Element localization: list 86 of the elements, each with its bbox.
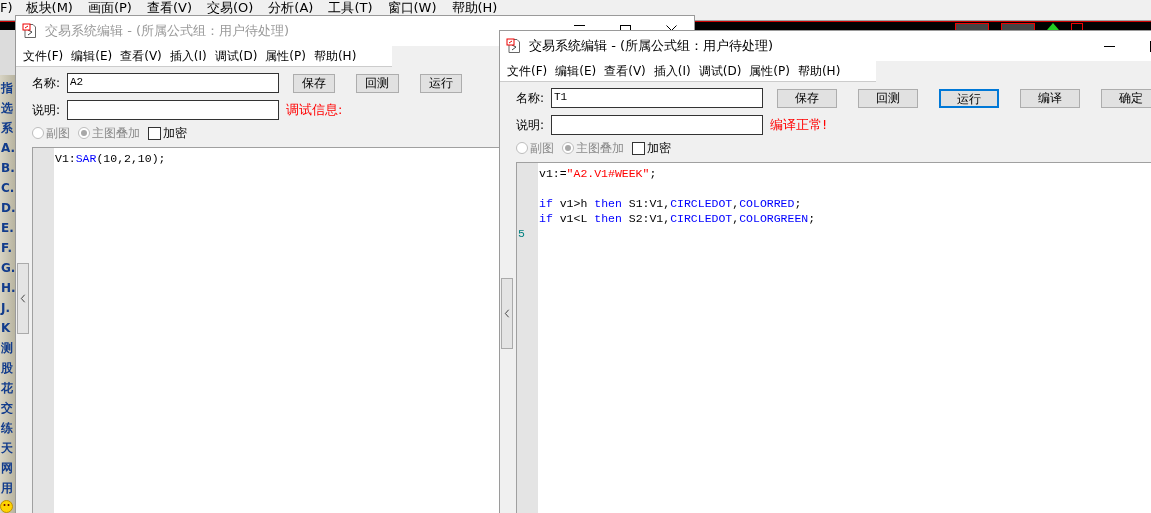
- menu-item[interactable]: 分析(A): [264, 0, 319, 15]
- sidebar-item[interactable]: 交: [0, 398, 15, 418]
- sidebar-item[interactable]: A.: [0, 138, 15, 158]
- menu-item[interactable]: 板块(M): [21, 0, 78, 15]
- action-button[interactable]: 编译: [1020, 88, 1080, 108]
- name-field[interactable]: T1: [551, 88, 763, 108]
- action-button[interactable]: 确定: [1101, 88, 1151, 108]
- menu-item[interactable]: 查看(V): [603, 62, 647, 80]
- action-button[interactable]: 保存: [777, 88, 837, 108]
- code-line: if v1>h then S1:V1,CIRCLEDOT,COLORRED;: [539, 196, 803, 211]
- menu-item[interactable]: 调试(D): [213, 47, 259, 65]
- menu-item[interactable]: 查看(V): [142, 0, 197, 15]
- option-label: 主图叠加: [92, 124, 140, 142]
- menu-item[interactable]: 文件(F): [506, 62, 549, 80]
- menu-item[interactable]: 查看(V): [119, 47, 163, 65]
- sidebar-item[interactable]: 用: [0, 478, 15, 498]
- line-number: 5: [517, 226, 526, 241]
- menu-item[interactable]: 窗口(W): [383, 0, 442, 15]
- menu-item[interactable]: 交易(O): [202, 0, 259, 15]
- menu-item[interactable]: 编辑(E): [554, 62, 598, 80]
- window-title: 交易系统编辑 - (所属公式组：用户待处理): [45, 22, 291, 40]
- checkbox[interactable]: [148, 126, 161, 140]
- name-field[interactable]: A2: [67, 73, 279, 93]
- menu-item[interactable]: 插入(I): [168, 47, 208, 65]
- action-button[interactable]: 回测: [858, 88, 918, 108]
- collapse-handle[interactable]: [501, 278, 513, 349]
- sidebar-item[interactable]: D.: [0, 198, 15, 218]
- option-label: 主图叠加: [576, 139, 624, 157]
- option-label: 副图: [530, 139, 554, 157]
- sidebar-item[interactable]: H.: [0, 278, 15, 298]
- sidebar-item[interactable]: K: [0, 318, 15, 338]
- minimize-icon[interactable]: [1103, 45, 1115, 47]
- sidebar-item[interactable]: 指: [0, 78, 15, 98]
- code-line: if v1<L then S2:V1,CIRCLEDOT,COLORGREEN;: [539, 211, 817, 226]
- option-label: 副图: [46, 124, 70, 142]
- sidebar-item[interactable]: C.: [0, 178, 15, 198]
- checkbox[interactable]: [632, 141, 645, 155]
- sidebar-item[interactable]: G.: [0, 258, 15, 278]
- sidebar-item[interactable]: 股: [0, 358, 15, 378]
- description-label: 说明:: [32, 101, 62, 119]
- sidebar-item[interactable]: J.: [0, 298, 15, 318]
- smiley-icon: [0, 500, 13, 513]
- menu-item[interactable]: 工具(T): [324, 0, 378, 15]
- status-message: 编译正常!: [770, 116, 828, 134]
- menu-item[interactable]: 编辑(E): [70, 47, 114, 65]
- menu-item[interactable]: 属性(P): [748, 62, 791, 80]
- triangle-icon: [1047, 23, 1059, 30]
- sidebar-item[interactable]: 测: [0, 338, 15, 358]
- action-button[interactable]: 运行: [419, 73, 462, 93]
- sidebar-item[interactable]: F.: [0, 238, 15, 258]
- menu-item[interactable]: 画面(P): [83, 0, 137, 15]
- sidebar-item[interactable]: E.: [0, 218, 15, 238]
- sidebar-item[interactable]: 选: [0, 98, 15, 118]
- name-label: 名称:: [516, 89, 546, 107]
- menu-item[interactable]: 调试(D): [697, 62, 743, 80]
- description-label: 说明:: [516, 116, 546, 134]
- sidebar-item[interactable]: 练: [0, 418, 15, 438]
- menu-item[interactable]: 文件(F): [22, 47, 65, 65]
- sidebar-item[interactable]: 网: [0, 458, 15, 478]
- window-title: 交易系统编辑 - (所属公式组：用户待处理): [529, 37, 775, 55]
- menu-item[interactable]: 帮助(H): [796, 62, 842, 80]
- description-field[interactable]: [551, 115, 763, 135]
- sidebar-item[interactable]: 系: [0, 118, 15, 138]
- document-icon: [22, 23, 38, 39]
- sidebar-item[interactable]: 天: [0, 438, 15, 458]
- menu-item[interactable]: 插入(I): [652, 62, 692, 80]
- code-editor[interactable]: v1:="A2.V1#WEEK"; if v1>h then S1:V1,CIRCLEDOT,COLORRED; if v1<L then S2:V1,CIRCLEDOT,COLORGREEN;: [538, 163, 1151, 513]
- code-line: v1:="A2.V1#WEEK";: [539, 166, 658, 181]
- menu-item[interactable]: 属性(P): [264, 47, 307, 65]
- status-message: 调试信息:: [286, 101, 343, 119]
- option-label: 加密: [163, 124, 187, 142]
- menu-item[interactable]: 帮助(H): [447, 0, 503, 15]
- sidebar-item[interactable]: 花: [0, 378, 15, 398]
- menu-item[interactable]: 帮助(H): [312, 47, 358, 65]
- maximize-icon[interactable]: [619, 25, 631, 31]
- document-icon: [506, 38, 522, 54]
- code-line: V1:SAR(10,2,10);: [55, 151, 167, 166]
- action-button[interactable]: 保存: [293, 73, 336, 93]
- action-button[interactable]: 运行: [939, 88, 999, 108]
- description-field[interactable]: [67, 100, 279, 120]
- menu-item[interactable]: F): [0, 0, 18, 15]
- sidebar-item[interactable]: B.: [0, 158, 15, 178]
- option-label: 加密: [647, 139, 671, 157]
- action-button[interactable]: 回测: [356, 73, 399, 93]
- name-label: 名称:: [32, 74, 62, 92]
- collapse-handle[interactable]: [17, 263, 29, 334]
